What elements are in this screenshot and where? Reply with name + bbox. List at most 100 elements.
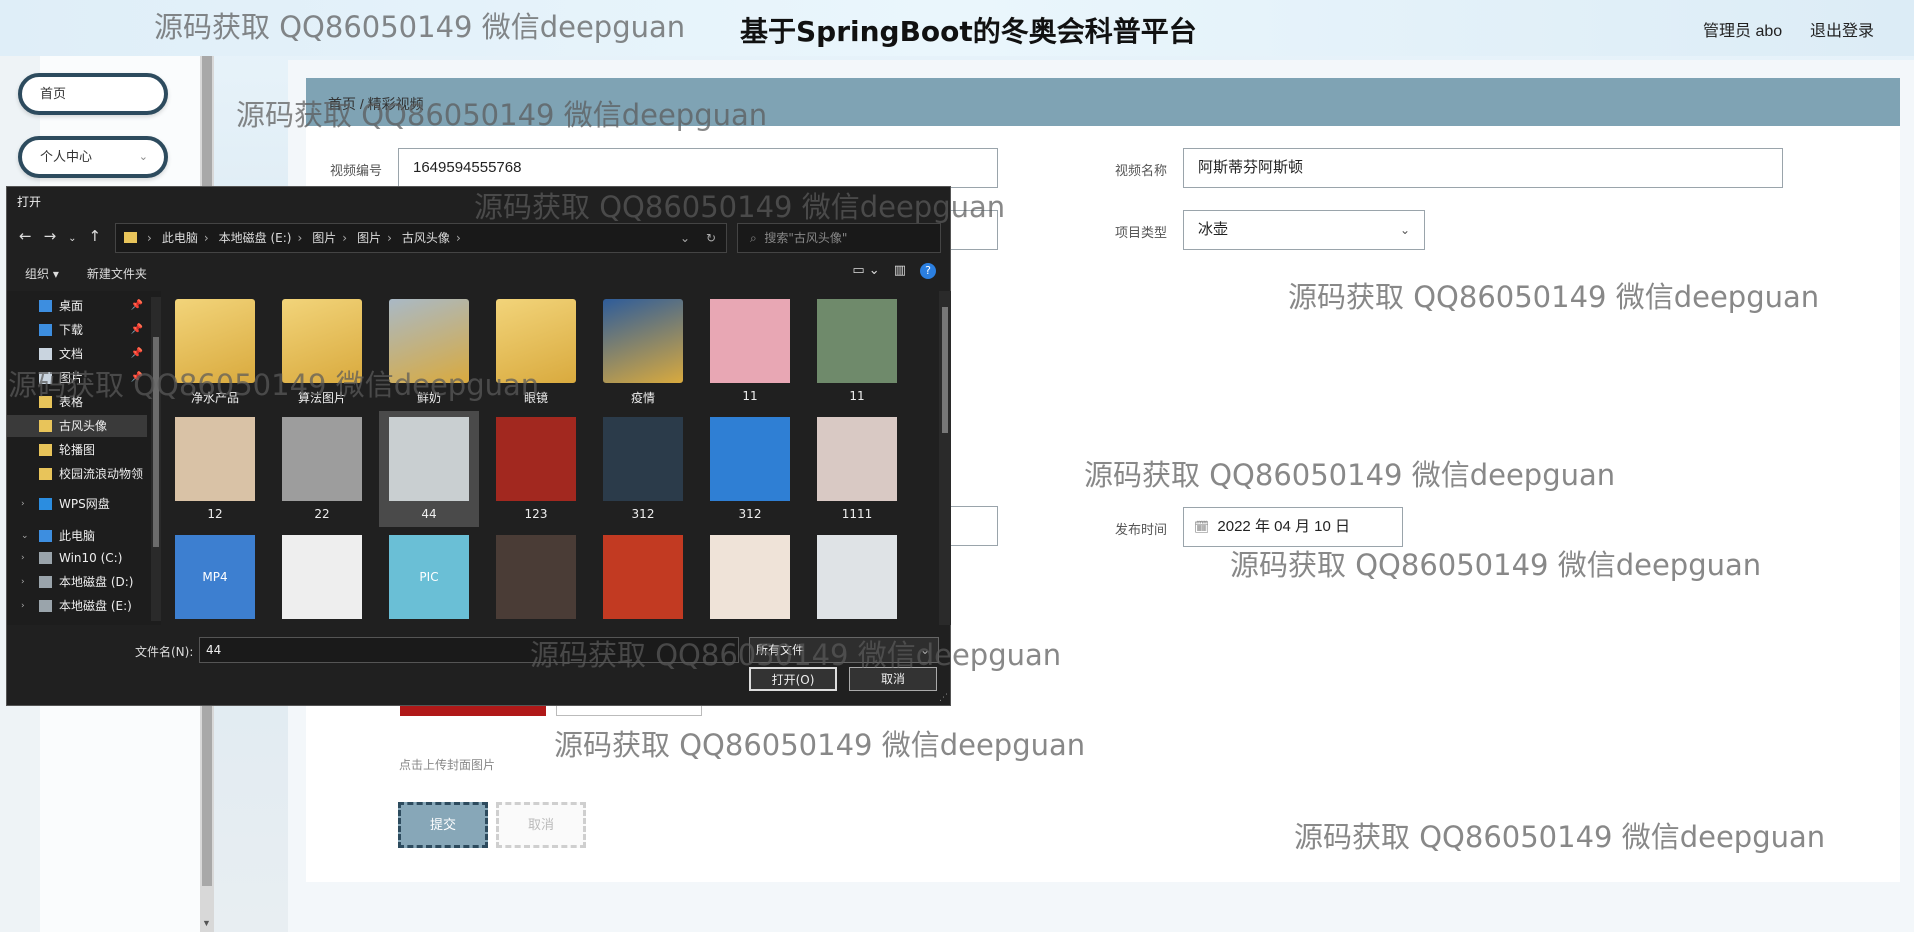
video-name-input[interactable]: 阿斯蒂芬阿斯顿 — [1183, 148, 1783, 188]
file-item[interactable]: 1111 — [807, 411, 907, 527]
logout-link[interactable]: 退出登录 — [1810, 17, 1874, 41]
file-item[interactable] — [593, 529, 693, 625]
nav-pane-item[interactable]: › 本地磁盘 (D:) — [7, 571, 147, 593]
nav-pane-item[interactable]: › 本地磁盘 (E:) — [7, 595, 147, 617]
path-segment[interactable]: 古风头像 — [402, 231, 450, 245]
nav-pane-item[interactable]: › Win10 (C:) — [7, 547, 147, 569]
expand-right-icon[interactable]: › — [21, 595, 25, 617]
path-segment[interactable]: 此电脑 — [162, 231, 198, 245]
image-thumbnail — [603, 417, 683, 501]
nav-pane-item[interactable]: 古风头像 — [7, 415, 147, 437]
file-item[interactable]: PIC — [379, 529, 479, 625]
sidebar-item-home[interactable]: 首页 — [18, 73, 168, 115]
video-no-input[interactable]: 1649594555768 — [398, 148, 998, 188]
refresh-icon[interactable]: ↻ — [706, 224, 716, 252]
expand-right-icon[interactable]: › — [21, 571, 25, 593]
publish-time-input[interactable]: 🗓 2022 年 04 月 10 日 — [1183, 507, 1403, 547]
expand-down-icon[interactable]: ⌄ — [21, 525, 29, 547]
file-name: 312 — [738, 507, 762, 521]
nav-pane-item[interactable]: › WPS网盘 — [7, 493, 147, 515]
file-item[interactable]: 11 — [807, 293, 907, 409]
scrollbar-thumb[interactable] — [942, 307, 948, 433]
forward-arrow-icon[interactable]: → — [44, 227, 57, 245]
nav-item-label: 文档 — [59, 347, 84, 361]
file-item[interactable]: 123 — [486, 411, 586, 527]
file-item[interactable] — [807, 529, 907, 625]
view-mode-icon[interactable]: ▭ ⌄ — [852, 263, 879, 278]
address-bar[interactable]: › 此电脑 › 本地磁盘 (E:) › 图片 › 图片 › 古风头像 › ⌄ ↻ — [115, 223, 727, 253]
nav-item-icon — [39, 324, 52, 336]
path-segment[interactable]: 图片 — [312, 231, 336, 245]
folder-item[interactable]: 鲜奶 — [379, 293, 479, 409]
folder-icon — [496, 299, 576, 383]
file-item[interactable] — [486, 529, 586, 625]
file-item[interactable]: 11 — [700, 293, 800, 409]
expand-right-icon[interactable]: › — [21, 493, 25, 515]
expand-right-icon[interactable]: › — [21, 547, 25, 569]
scrollbar-thumb[interactable] — [153, 337, 159, 547]
submit-button[interactable]: 提交 — [398, 802, 488, 848]
view-options: ▭ ⌄ ▥? — [838, 263, 936, 279]
back-arrow-icon[interactable]: ← — [19, 227, 32, 245]
file-item[interactable]: 312 — [593, 411, 693, 527]
image-thumbnail — [817, 417, 897, 501]
dialog-title: 打开 — [17, 195, 42, 209]
file-item[interactable]: 22 — [272, 411, 372, 527]
nav-item-label: 表格 — [59, 395, 84, 409]
file-name: 11 — [742, 389, 758, 403]
nav-item-icon — [39, 576, 52, 588]
dialog-nav-buttons: ← → ⌄ ↑ — [19, 227, 113, 245]
nav-pane-item[interactable]: 下载 📌 — [7, 319, 147, 341]
nav-pane-scrollbar[interactable] — [151, 297, 161, 621]
dialog-cancel-button[interactable]: 取消 — [849, 667, 937, 691]
nav-pane-item[interactable]: ⌄ 此电脑 — [7, 525, 147, 547]
file-name: 鲜奶 — [416, 391, 441, 405]
folder-item[interactable]: 净水产品 — [165, 293, 265, 409]
file-name: 净水产品 — [190, 391, 239, 405]
nav-pane-item[interactable]: 轮播图 — [7, 439, 147, 461]
nav-item-icon — [39, 552, 52, 564]
nav-item-label: 校园流浪动物领 — [59, 467, 144, 481]
address-dropdown-icon[interactable]: ⌄ — [680, 224, 690, 252]
new-folder-button[interactable]: 新建文件夹 — [87, 267, 147, 281]
file-item[interactable]: 44 — [379, 411, 479, 527]
project-type-select[interactable]: 冰壶 ⌄ — [1183, 210, 1425, 250]
file-item[interactable]: 312 — [700, 411, 800, 527]
resize-grip-icon[interactable]: ⋰ — [939, 693, 948, 703]
folder-item[interactable]: 算法图片 — [272, 293, 372, 409]
filetype-select[interactable]: 所有文件 ⌄ — [749, 637, 939, 663]
nav-item-icon — [39, 530, 52, 542]
help-icon[interactable]: ? — [920, 263, 936, 279]
cancel-button[interactable]: 取消 — [496, 802, 586, 848]
folder-item[interactable]: 眼镜 — [486, 293, 586, 409]
path-segment[interactable]: 本地磁盘 (E:) — [219, 231, 292, 245]
nav-item-icon — [39, 498, 52, 510]
file-item[interactable] — [700, 529, 800, 625]
project-type-label: 项目类型 — [1115, 225, 1168, 240]
breadcrumb-current: 精彩视频 — [367, 96, 424, 112]
search-icon: ⌕ — [750, 231, 757, 245]
recent-dropdown-icon[interactable]: ⌄ — [68, 233, 76, 244]
file-item[interactable] — [272, 529, 372, 625]
nav-pane-item[interactable]: 表格 — [7, 391, 147, 413]
file-list-scrollbar[interactable] — [939, 291, 951, 625]
nav-item-icon — [39, 348, 52, 360]
folder-item[interactable]: 疫情 — [593, 293, 693, 409]
organize-menu[interactable]: 组织 ▾ — [25, 267, 59, 281]
file-item[interactable]: 12 — [165, 411, 265, 527]
open-button[interactable]: 打开(O) — [749, 667, 837, 691]
nav-pane-item[interactable]: 桌面 📌 — [7, 295, 147, 317]
nav-item-icon — [39, 396, 52, 408]
nav-pane-item[interactable]: 校园流浪动物领 — [7, 463, 147, 485]
up-arrow-icon[interactable]: ↑ — [89, 227, 102, 245]
nav-pane-item[interactable]: 图片 📌 — [7, 367, 147, 389]
nav-pane-item[interactable]: 文档 📌 — [7, 343, 147, 365]
path-segment[interactable]: 图片 — [357, 231, 381, 245]
scroll-down-icon[interactable]: ▼ — [202, 918, 211, 928]
dialog-search-input[interactable]: ⌕ 搜索"古风头像" — [737, 223, 941, 253]
preview-pane-icon[interactable]: ▥ — [894, 263, 906, 278]
sidebar-item-personal-center[interactable]: 个人中心 ⌄ — [18, 136, 168, 178]
file-item[interactable]: MP4 — [165, 529, 265, 625]
filename-input[interactable]: 44 — [199, 637, 739, 663]
breadcrumb-home[interactable]: 首页 — [328, 96, 356, 112]
